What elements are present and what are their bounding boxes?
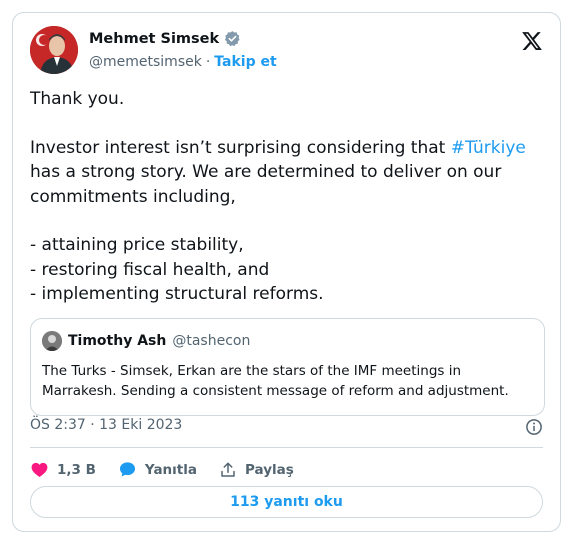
- share-icon: [219, 461, 237, 479]
- tweet-card: Mehmet Simsek @memetsimsek · Takip et Th…: [12, 12, 561, 532]
- x-logo-icon[interactable]: [521, 30, 543, 52]
- quoted-tweet-text: The Turks - Simsek, Erkan are the stars …: [42, 363, 509, 399]
- read-replies-button[interactable]: 113 yanıtı oku: [30, 486, 543, 518]
- list-item: - attaining price stability,: [30, 235, 244, 255]
- reply-button[interactable]: Yanıtla: [118, 460, 197, 479]
- quoted-author-name[interactable]: Timothy Ash: [68, 333, 166, 349]
- quoted-author-avatar[interactable]: [42, 331, 62, 351]
- reply-bubble-icon: [118, 460, 137, 479]
- tweet-header: Mehmet Simsek @memetsimsek · Takip et: [30, 26, 543, 76]
- tweet-paragraph-end: has a strong story. We are determined to…: [30, 162, 502, 207]
- like-count: 1,3 B: [57, 461, 96, 478]
- tweet-body: Thank you. Investor interest isn’t surpr…: [30, 87, 545, 307]
- like-button[interactable]: 1,3 B: [30, 460, 96, 479]
- heart-icon: [30, 460, 49, 479]
- quoted-tweet[interactable]: Timothy Ash @tashecon The Turks - Simsek…: [30, 318, 545, 416]
- author-name[interactable]: Mehmet Simsek: [89, 31, 219, 47]
- tweet-line-thanks: Thank you.: [30, 89, 125, 109]
- verified-badge-icon: [224, 30, 241, 47]
- share-label: Paylaş: [244, 461, 294, 478]
- tweet-timestamp[interactable]: ÖS 2:37 · 13 Eki 2023: [30, 417, 182, 433]
- action-bar: 1,3 B Yanıtla Paylaş: [30, 460, 294, 479]
- reply-label: Yanıtla: [144, 461, 197, 478]
- hashtag-link[interactable]: #Türkiye: [451, 138, 526, 158]
- list-item: - implementing structural reforms.: [30, 284, 324, 304]
- share-button[interactable]: Paylaş: [219, 461, 294, 479]
- tweet-paragraph: Investor interest isn’t surprising consi…: [30, 136, 545, 210]
- divider: [30, 447, 543, 448]
- follow-button[interactable]: Takip et: [214, 54, 276, 70]
- quoted-author-handle[interactable]: @tashecon: [172, 333, 250, 349]
- tweet-paragraph-start: Investor interest isn’t surprising consi…: [30, 137, 451, 158]
- list-item: - restoring fiscal health, and: [30, 259, 270, 280]
- author-avatar[interactable]: [30, 26, 78, 74]
- author-handle[interactable]: @memetsimsek: [89, 54, 202, 70]
- separator-dot: ·: [205, 54, 211, 70]
- info-icon[interactable]: [525, 418, 543, 436]
